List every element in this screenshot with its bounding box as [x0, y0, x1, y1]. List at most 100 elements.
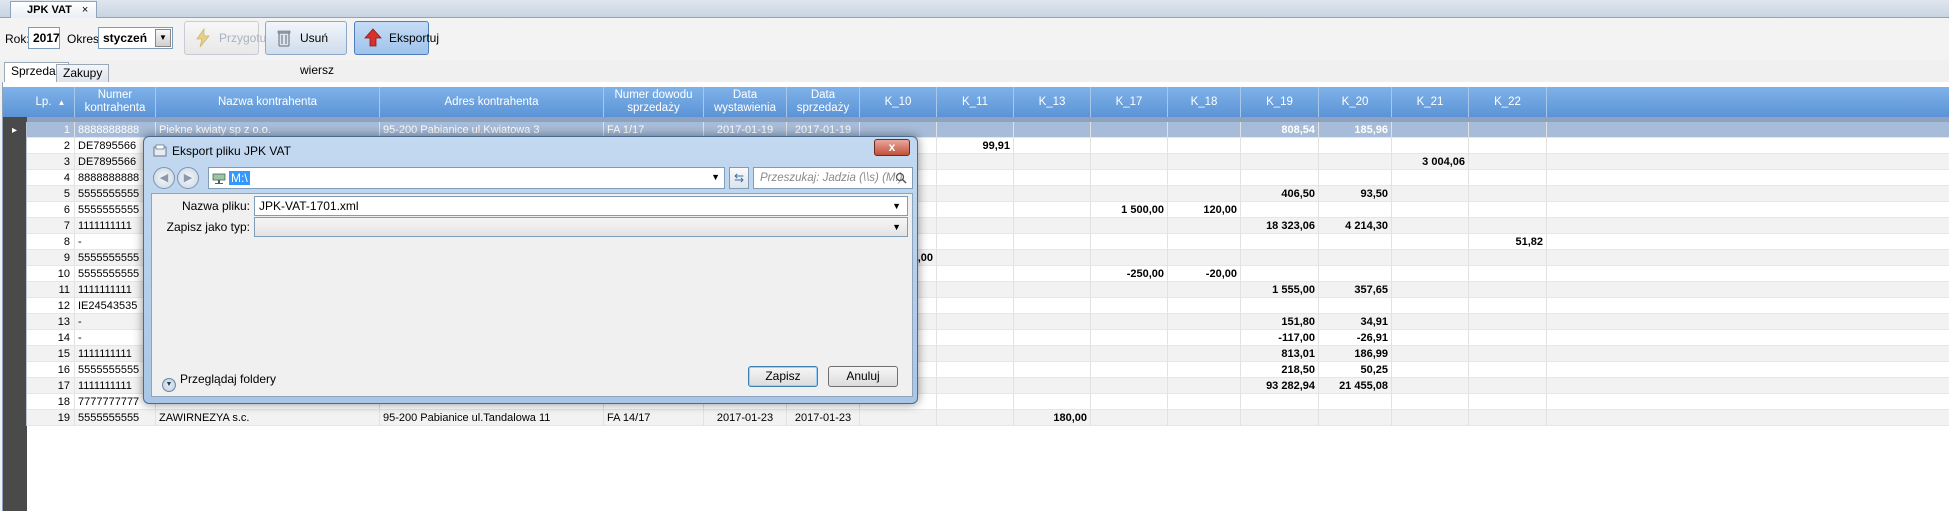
cell-k20[interactable]: [1319, 394, 1392, 410]
cell-k13[interactable]: [1014, 330, 1091, 346]
refresh-icon[interactable]: ⇆: [729, 167, 749, 189]
cell-k20[interactable]: [1319, 298, 1392, 314]
cell-k13[interactable]: [1014, 378, 1091, 394]
row-header[interactable]: [3, 410, 27, 426]
column-header-k11[interactable]: K_11: [937, 87, 1014, 117]
chevron-down-icon[interactable]: ▼: [892, 218, 901, 236]
cell-lp[interactable]: 2: [27, 138, 75, 154]
cell-data-sprzedazy[interactable]: 2017-01-23: [787, 410, 860, 426]
cell-lp[interactable]: 13: [27, 314, 75, 330]
cell-k22[interactable]: [1469, 362, 1547, 378]
cell-k21[interactable]: [1392, 170, 1469, 186]
cell-k19[interactable]: [1241, 298, 1319, 314]
cell-k20[interactable]: [1319, 410, 1392, 426]
cell-k17[interactable]: [1091, 314, 1168, 330]
cell-lp[interactable]: 12: [27, 298, 75, 314]
cell-k11[interactable]: [937, 362, 1014, 378]
cell-k17[interactable]: [1091, 330, 1168, 346]
cell-k19[interactable]: 18 323,06: [1241, 218, 1319, 234]
column-header-numer-dowodu[interactable]: Numer dowodu sprzedaży: [604, 87, 704, 117]
cell-k17[interactable]: [1091, 250, 1168, 266]
chevron-down-icon[interactable]: ▼: [892, 197, 901, 215]
cell-k17[interactable]: [1091, 394, 1168, 410]
cell-k22[interactable]: [1469, 298, 1547, 314]
cell-lp[interactable]: 14: [27, 330, 75, 346]
cell-k13[interactable]: [1014, 266, 1091, 282]
address-bar[interactable]: M:\ ▼: [208, 167, 725, 189]
cell-k17[interactable]: 1 500,00: [1091, 202, 1168, 218]
usun-wiersz-button[interactable]: Usuń wiersz: [265, 21, 347, 77]
cell-data-wystawienia[interactable]: 2017-01-23: [704, 410, 787, 426]
cell-k21[interactable]: [1392, 394, 1469, 410]
cell-k17[interactable]: [1091, 298, 1168, 314]
cell-k11[interactable]: 99,91: [937, 138, 1014, 154]
cell-lp[interactable]: 5: [27, 186, 75, 202]
cell-k17[interactable]: [1091, 218, 1168, 234]
cell-lp[interactable]: 16: [27, 362, 75, 378]
cell-k20[interactable]: [1319, 250, 1392, 266]
cell-k11[interactable]: [937, 266, 1014, 282]
cell-k22[interactable]: [1469, 314, 1547, 330]
cell-k19[interactable]: [1241, 394, 1319, 410]
cell-k18[interactable]: [1168, 282, 1241, 298]
cell-lp[interactable]: 8: [27, 234, 75, 250]
cell-k13[interactable]: [1014, 362, 1091, 378]
row-header[interactable]: ▸: [3, 122, 27, 138]
cell-k20[interactable]: 357,65: [1319, 282, 1392, 298]
cell-k21[interactable]: [1392, 330, 1469, 346]
cell-k18[interactable]: [1168, 330, 1241, 346]
cell-k17[interactable]: [1091, 170, 1168, 186]
chevron-down-icon[interactable]: ▼: [711, 172, 720, 182]
cell-k19[interactable]: [1241, 250, 1319, 266]
cell-lp[interactable]: 17: [27, 378, 75, 394]
cell-k21[interactable]: [1392, 218, 1469, 234]
cell-k18[interactable]: -20,00: [1168, 266, 1241, 282]
row-header[interactable]: [3, 154, 27, 170]
eksportuj-button[interactable]: Eksportuj: [354, 21, 439, 55]
column-header-k18[interactable]: K_18: [1168, 87, 1241, 117]
cell-k13[interactable]: [1014, 282, 1091, 298]
cell-k17[interactable]: [1091, 346, 1168, 362]
row-header[interactable]: [3, 314, 27, 330]
cell-k17[interactable]: [1091, 154, 1168, 170]
cell-k20[interactable]: [1319, 202, 1392, 218]
row-header[interactable]: [3, 234, 27, 250]
savetype-select[interactable]: ▼: [254, 217, 908, 237]
cell-k11[interactable]: [937, 250, 1014, 266]
cell-k13[interactable]: [1014, 298, 1091, 314]
cell-k19[interactable]: [1241, 202, 1319, 218]
cell-k18[interactable]: [1168, 186, 1241, 202]
cell-k19[interactable]: [1241, 154, 1319, 170]
cell-k22[interactable]: [1469, 218, 1547, 234]
cell-k21[interactable]: [1392, 202, 1469, 218]
column-header-nazwa-kontrahenta[interactable]: Nazwa kontrahenta: [156, 87, 380, 117]
cell-k20[interactable]: [1319, 266, 1392, 282]
row-header[interactable]: [3, 298, 27, 314]
cell-k18[interactable]: [1168, 122, 1241, 138]
cell-k19[interactable]: 93 282,94: [1241, 378, 1319, 394]
cell-k21[interactable]: [1392, 186, 1469, 202]
cell-adres-kontrahenta[interactable]: 95-200 Pabianice ul.Tandalowa 11: [380, 410, 604, 426]
cell-k22[interactable]: [1469, 122, 1547, 138]
cell-k13[interactable]: [1014, 154, 1091, 170]
cell-k18[interactable]: [1168, 154, 1241, 170]
cell-k19[interactable]: [1241, 266, 1319, 282]
cell-k11[interactable]: [937, 298, 1014, 314]
przygotuj-button[interactable]: Przygotuj: [184, 21, 269, 55]
cell-k19[interactable]: [1241, 170, 1319, 186]
column-header-k17[interactable]: K_17: [1091, 87, 1168, 117]
cell-k19[interactable]: [1241, 410, 1319, 426]
cell-k19[interactable]: 1 555,00: [1241, 282, 1319, 298]
cell-k20[interactable]: 4 214,30: [1319, 218, 1392, 234]
cell-k22[interactable]: [1469, 330, 1547, 346]
row-header[interactable]: [3, 186, 27, 202]
cell-k13[interactable]: [1014, 218, 1091, 234]
cell-k21[interactable]: [1392, 266, 1469, 282]
cell-k10[interactable]: [860, 410, 937, 426]
cell-lp[interactable]: 1: [27, 122, 75, 138]
cell-k13[interactable]: [1014, 122, 1091, 138]
cell-k17[interactable]: [1091, 138, 1168, 154]
row-header[interactable]: [3, 250, 27, 266]
cell-k20[interactable]: 185,96: [1319, 122, 1392, 138]
save-button[interactable]: Zapisz: [748, 366, 818, 387]
